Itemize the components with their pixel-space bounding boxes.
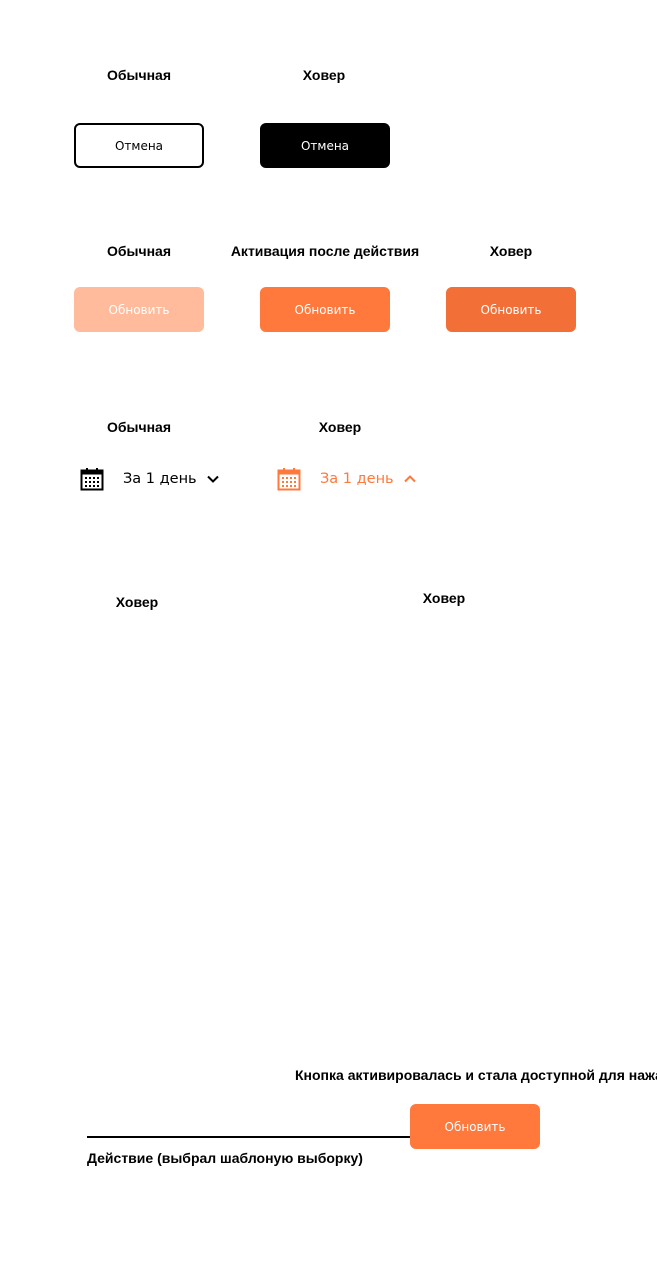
update-button-label: Обновить — [294, 302, 356, 317]
cancel-button-label: Отмена — [114, 138, 164, 153]
label-hover: Ховер — [115, 594, 159, 610]
action-label: Действие (выбрал шаблоную выборку) — [87, 1150, 363, 1166]
calendar-icon — [80, 468, 104, 491]
period-dropdown-hover[interactable]: За 1 день — [277, 464, 417, 494]
period-label: За 1 день — [320, 471, 394, 487]
update-button-label: Обновить — [108, 302, 170, 317]
update-button-activated[interactable]: Обновить — [260, 287, 390, 332]
label-hover: Ховер — [302, 67, 346, 83]
cancel-button-hover[interactable]: Отмена — [260, 123, 390, 168]
period-label: За 1 день — [123, 471, 197, 487]
label-hover: Ховер — [318, 419, 362, 435]
period-dropdown-normal[interactable]: За 1 день — [80, 464, 220, 494]
label-normal: Обычная — [106, 419, 172, 435]
update-button-label: Обновить — [444, 1119, 506, 1134]
chevron-down-icon — [206, 475, 219, 483]
label-normal: Обычная — [106, 243, 172, 259]
label-hover: Ховер — [422, 590, 466, 606]
action-divider — [87, 1136, 425, 1138]
update-button-label: Обновить — [480, 302, 542, 317]
update-button-hover[interactable]: Обновить — [446, 287, 576, 332]
cancel-button-normal[interactable]: Отмена — [74, 123, 204, 168]
label-hover: Ховер — [489, 243, 533, 259]
activation-caption: Кнопка активировалась и стала доступной … — [295, 1067, 657, 1083]
chevron-up-icon — [403, 475, 416, 483]
update-button-disabled[interactable]: Обновить — [74, 287, 204, 332]
cancel-button-label: Отмена — [300, 138, 350, 153]
label-activated: Активация после действия — [230, 243, 420, 259]
update-button-active[interactable]: Обновить — [410, 1104, 540, 1149]
calendar-icon — [277, 468, 301, 491]
label-normal: Обычная — [106, 67, 172, 83]
